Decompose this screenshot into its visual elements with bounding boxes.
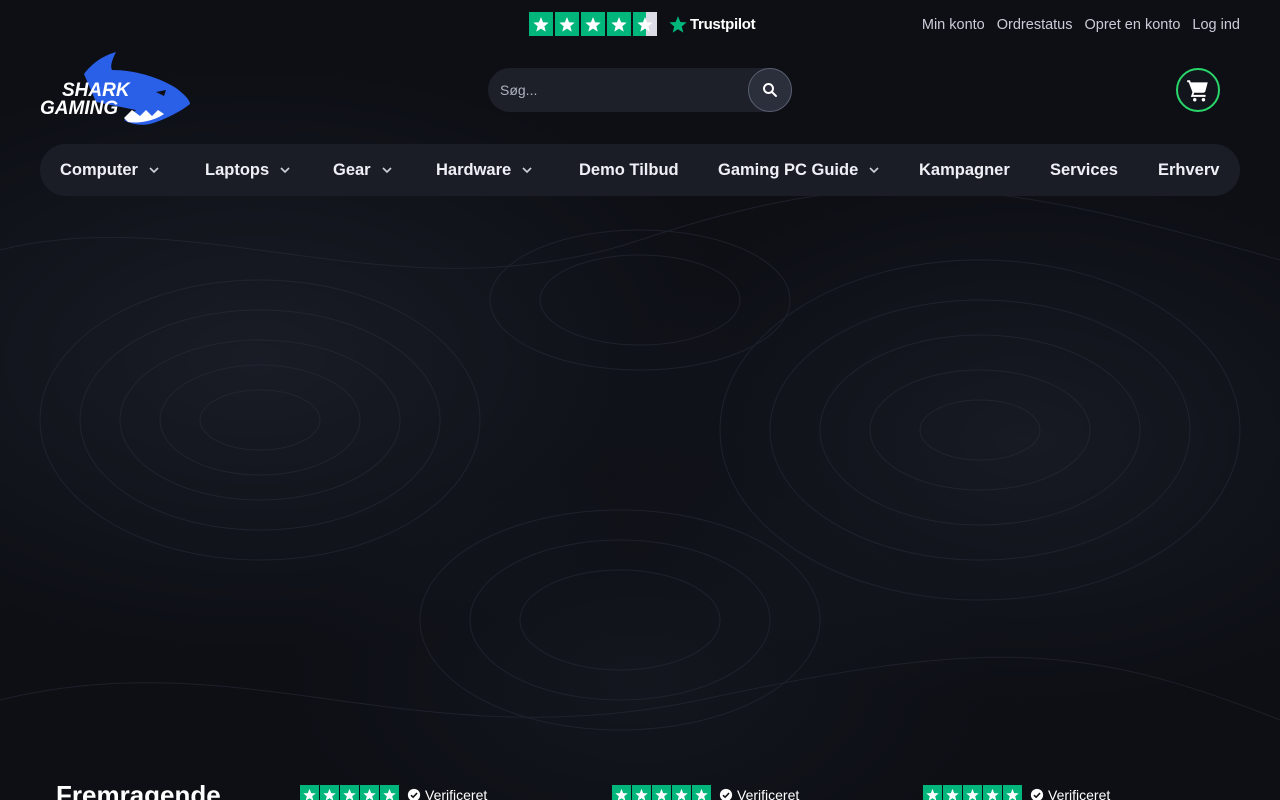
nav-item-label: Erhverv bbox=[1158, 160, 1220, 179]
nav-item-label: Computer bbox=[60, 160, 138, 179]
star-icon bbox=[692, 785, 711, 800]
star-icon bbox=[983, 785, 1002, 800]
nav-item-laptops[interactable]: Laptops bbox=[205, 144, 291, 196]
verified-badge: Verificeret bbox=[719, 787, 799, 800]
star-icon bbox=[360, 785, 379, 800]
link-my-account[interactable]: Min konto bbox=[922, 17, 985, 33]
trustpilot-logo: Trustpilot bbox=[669, 15, 756, 33]
nav-item-hardware[interactable]: Hardware bbox=[436, 144, 533, 196]
nav-item-kampagner[interactable]: Kampagner bbox=[919, 144, 1010, 196]
verified-badge: Verificeret bbox=[407, 787, 487, 800]
account-links: Min konto Ordrestatus Opret en konto Log… bbox=[922, 17, 1240, 33]
verified-badge: Verificeret bbox=[1030, 787, 1110, 800]
star-icon bbox=[612, 785, 631, 800]
nav-item-label: Hardware bbox=[436, 160, 512, 179]
star-icon bbox=[923, 785, 942, 800]
star-icon bbox=[581, 12, 605, 36]
verified-check-icon bbox=[407, 788, 421, 800]
cart-icon bbox=[1187, 80, 1208, 102]
review-stars bbox=[300, 785, 399, 800]
trustpilot-brand: Trustpilot bbox=[690, 15, 756, 33]
nav-item-gear[interactable]: Gear bbox=[333, 144, 393, 196]
chevron-down-icon bbox=[522, 167, 532, 174]
search-button[interactable] bbox=[748, 68, 792, 112]
verified-check-icon bbox=[1030, 788, 1044, 800]
chevron-down-icon bbox=[382, 167, 392, 174]
nav-item-gaming-pc-guide[interactable]: Gaming PC Guide bbox=[718, 144, 880, 196]
review-stars bbox=[923, 785, 1022, 800]
review-stars bbox=[612, 785, 711, 800]
link-log-in[interactable]: Log ind bbox=[1192, 17, 1240, 33]
verified-label: Verificeret bbox=[737, 786, 800, 800]
nav-item-label: Laptops bbox=[205, 160, 270, 179]
search-bar bbox=[488, 68, 792, 112]
star-icon bbox=[632, 785, 651, 800]
review-card-2[interactable]: Verificeret bbox=[612, 785, 799, 800]
link-order-status[interactable]: Ordrestatus bbox=[997, 17, 1073, 33]
nav-item-label: Demo Tilbud bbox=[579, 160, 679, 179]
review-card-1[interactable]: Verificeret bbox=[300, 785, 487, 800]
star-icon bbox=[652, 785, 671, 800]
main-navigation: Computer Laptops Gear Hardware Demo Tilb… bbox=[40, 144, 1240, 196]
link-create-account[interactable]: Opret en konto bbox=[1085, 17, 1181, 33]
cart-button[interactable] bbox=[1176, 68, 1220, 112]
star-icon bbox=[300, 785, 319, 800]
verified-label: Verificeret bbox=[425, 786, 488, 800]
nav-item-label: Kampagner bbox=[919, 160, 1010, 179]
chevron-down-icon bbox=[869, 167, 879, 174]
nav-item-erhverv[interactable]: Erhverv bbox=[1158, 144, 1219, 196]
trustpilot-stars bbox=[529, 12, 657, 36]
star-icon bbox=[1003, 785, 1022, 800]
star-icon bbox=[380, 785, 399, 800]
star-icon bbox=[672, 785, 691, 800]
search-icon bbox=[763, 83, 777, 97]
search-input[interactable] bbox=[488, 68, 792, 112]
star-icon bbox=[943, 785, 962, 800]
star-icon bbox=[963, 785, 982, 800]
reviews-summary-title: Fremragende bbox=[56, 780, 221, 800]
chevron-down-icon bbox=[280, 167, 290, 174]
logo-text-line2: GAMING bbox=[40, 98, 118, 119]
nav-item-label: Gaming PC Guide bbox=[718, 160, 859, 179]
star-icon bbox=[529, 12, 553, 36]
nav-item-demo-tilbud[interactable]: Demo Tilbud bbox=[579, 144, 679, 196]
nav-item-label: Gear bbox=[333, 160, 371, 179]
nav-item-label: Services bbox=[1050, 160, 1118, 179]
chevron-down-icon bbox=[149, 167, 159, 174]
nav-item-computer[interactable]: Computer bbox=[60, 144, 160, 196]
trustpilot-rating[interactable]: Trustpilot bbox=[529, 12, 756, 36]
verified-check-icon bbox=[719, 788, 733, 800]
star-icon bbox=[555, 12, 579, 36]
verified-label: Verificeret bbox=[1048, 786, 1111, 800]
nav-item-services[interactable]: Services bbox=[1050, 144, 1118, 196]
shark-gaming-logo[interactable]: SHARK GAMING bbox=[40, 52, 192, 128]
review-card-3[interactable]: Verificeret bbox=[923, 785, 1110, 800]
star-icon bbox=[669, 16, 687, 33]
star-icon bbox=[320, 785, 339, 800]
star-icon bbox=[340, 785, 359, 800]
star-icon bbox=[607, 12, 631, 36]
star-icon bbox=[633, 12, 657, 36]
